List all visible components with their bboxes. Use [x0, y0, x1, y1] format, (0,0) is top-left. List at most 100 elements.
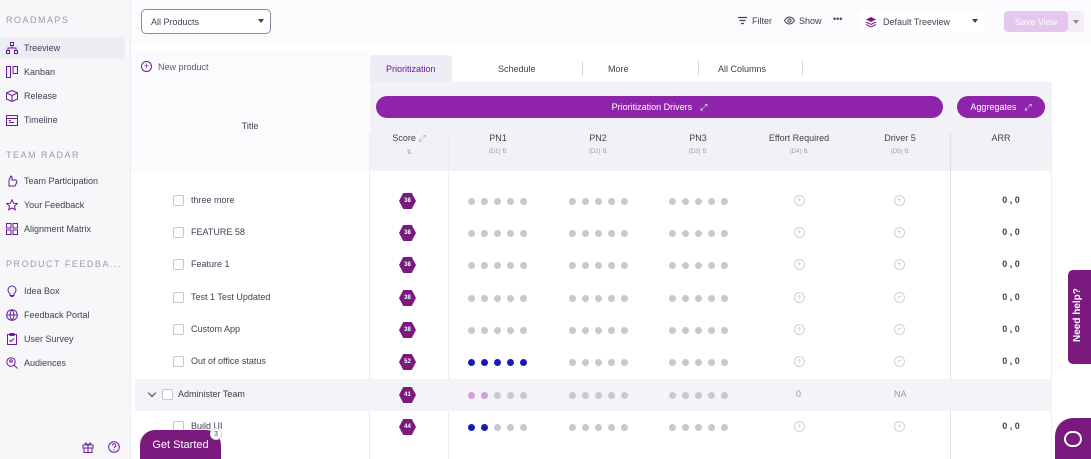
table-row[interactable]: FEATURE 58 38 + +0 , 0 — [135, 217, 1052, 249]
rating-dot[interactable] — [494, 230, 501, 237]
rating-dot[interactable] — [669, 327, 676, 334]
rating-dot[interactable] — [669, 392, 676, 399]
row-title[interactable]: Feature 1 — [191, 259, 230, 269]
driver-rating-pn2[interactable] — [569, 359, 628, 366]
rating-dot[interactable] — [708, 230, 715, 237]
rating-dot[interactable] — [481, 230, 488, 237]
sidebar-item-idea-box[interactable]: Idea Box — [0, 280, 125, 302]
driver-rating-pn1[interactable] — [468, 262, 527, 269]
driver-rating-pn2[interactable] — [569, 262, 628, 269]
rating-dot[interactable] — [721, 295, 728, 302]
rating-dot[interactable] — [481, 198, 488, 205]
rating-dot[interactable] — [468, 262, 475, 269]
rating-dot[interactable] — [494, 198, 501, 205]
row-checkbox[interactable] — [173, 259, 184, 270]
driver-rating-pn2[interactable] — [569, 230, 628, 237]
table-group-row[interactable]: Administer Team 41 0 NA — [135, 379, 1052, 411]
rating-dot[interactable] — [695, 424, 702, 431]
tab-more[interactable]: More — [608, 55, 629, 82]
row-checkbox[interactable] — [173, 356, 184, 367]
rating-dot[interactable] — [494, 295, 501, 302]
rating-dot[interactable] — [708, 424, 715, 431]
rating-dot[interactable] — [569, 359, 576, 366]
rating-dot[interactable] — [595, 327, 602, 334]
rating-dot[interactable] — [621, 295, 628, 302]
rating-dot[interactable] — [468, 295, 475, 302]
rating-dot[interactable] — [569, 392, 576, 399]
rating-dot[interactable] — [582, 392, 589, 399]
rating-dot[interactable] — [494, 262, 501, 269]
sidebar-item-user-survey[interactable]: User Survey — [0, 328, 125, 350]
rating-dot[interactable] — [520, 327, 527, 334]
table-row[interactable]: Out of office status 52 + +0 , 0 — [135, 346, 1052, 378]
rating-dot[interactable] — [569, 424, 576, 431]
row-title[interactable]: Test 1 Test Updated — [191, 292, 270, 302]
rating-dot[interactable] — [468, 392, 475, 399]
rating-dot[interactable] — [595, 198, 602, 205]
add-rating-icon[interactable]: + — [794, 259, 805, 270]
need-help-tab[interactable]: Need help? — [1068, 270, 1091, 364]
rating-dot[interactable] — [507, 392, 514, 399]
tab-all-columns[interactable]: All Columns — [718, 55, 766, 82]
rating-dot[interactable] — [682, 359, 689, 366]
rating-dot[interactable] — [608, 424, 615, 431]
rating-dot[interactable] — [695, 262, 702, 269]
driver-rating-pn2[interactable] — [569, 198, 628, 205]
rating-dot[interactable] — [608, 359, 615, 366]
rating-dot[interactable] — [569, 262, 576, 269]
rating-dot[interactable] — [682, 392, 689, 399]
rating-dot[interactable] — [608, 230, 615, 237]
rating-dot[interactable] — [520, 295, 527, 302]
add-rating-icon[interactable]: + — [894, 259, 905, 270]
rating-dot[interactable] — [507, 359, 514, 366]
rating-dot[interactable] — [682, 262, 689, 269]
row-title[interactable]: Administer Team — [178, 389, 245, 399]
driver-rating-pn2[interactable] — [569, 392, 628, 399]
new-product-button[interactable]: + New product — [141, 61, 209, 72]
rating-dot[interactable] — [682, 198, 689, 205]
rating-dot[interactable] — [595, 295, 602, 302]
rating-dot[interactable] — [621, 359, 628, 366]
rating-dot[interactable] — [582, 295, 589, 302]
help-icon[interactable] — [108, 441, 120, 453]
rating-dot[interactable] — [582, 359, 589, 366]
rating-dot[interactable] — [582, 327, 589, 334]
driver-rating-pn3[interactable] — [669, 359, 728, 366]
add-rating-icon[interactable]: + — [794, 324, 805, 335]
sidebar-item-audiences[interactable]: Audiences — [0, 352, 125, 374]
rating-dot[interactable] — [669, 198, 676, 205]
gift-icon[interactable] — [82, 441, 94, 453]
rating-dot[interactable] — [468, 359, 475, 366]
driver-rating-pn1[interactable] — [468, 198, 527, 205]
row-checkbox[interactable] — [173, 227, 184, 238]
rating-dot[interactable] — [621, 198, 628, 205]
rating-dot[interactable] — [494, 327, 501, 334]
sidebar-item-timeline[interactable]: Timeline — [0, 109, 125, 131]
rating-dot[interactable] — [669, 230, 676, 237]
rating-dot[interactable] — [481, 327, 488, 334]
add-rating-icon[interactable]: + — [794, 292, 805, 303]
prioritization-drivers-button[interactable]: Prioritization Drivers ⤢ — [376, 96, 943, 118]
rating-dot[interactable] — [669, 359, 676, 366]
rating-dot[interactable] — [721, 359, 728, 366]
table-row[interactable]: Test 1 Test Updated 38 + +0 , 0 — [135, 282, 1052, 314]
add-rating-icon[interactable]: + — [894, 292, 905, 303]
table-row[interactable]: Feature 1 38 + +0 , 0 — [135, 249, 1052, 281]
rating-dot[interactable] — [582, 424, 589, 431]
row-checkbox[interactable] — [173, 195, 184, 206]
save-view-dropdown[interactable] — [1068, 11, 1084, 32]
filter-button[interactable]: Filter — [737, 15, 772, 26]
rating-dot[interactable] — [507, 295, 514, 302]
sidebar-item-release[interactable]: Release — [0, 85, 125, 107]
rating-dot[interactable] — [721, 198, 728, 205]
sidebar-item-feedback-portal[interactable]: Feedback Portal — [0, 304, 125, 326]
table-row[interactable]: three more 38 + +0 , 0 — [135, 185, 1052, 217]
add-rating-icon[interactable]: + — [894, 356, 905, 367]
rating-dot[interactable] — [569, 230, 576, 237]
rating-dot[interactable] — [595, 424, 602, 431]
add-rating-icon[interactable]: + — [894, 324, 905, 335]
add-rating-icon[interactable]: + — [794, 421, 805, 432]
row-checkbox[interactable] — [173, 292, 184, 303]
rating-dot[interactable] — [481, 424, 488, 431]
rating-dot[interactable] — [621, 327, 628, 334]
